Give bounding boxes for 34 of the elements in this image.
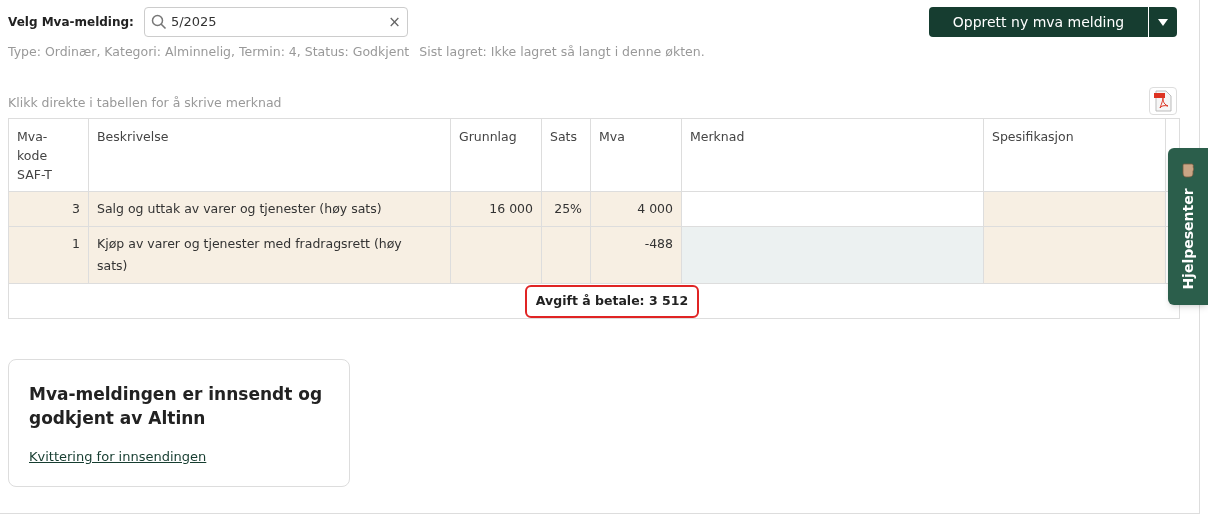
table-cell: 25% (542, 191, 591, 226)
select-value: 5/2025 (170, 13, 218, 32)
table-cell: Kjøp av varer og tjenester med fradragsrett (høy sats) (89, 226, 451, 283)
pdf-button[interactable] (1149, 86, 1177, 115)
hand-icon (1182, 162, 1194, 178)
receipt-link[interactable]: Kvittering for innsendingen (29, 446, 207, 467)
column-header: Spesifikasjon (992, 127, 1075, 146)
help-center-tab[interactable]: Hjelpesenter (1168, 148, 1208, 305)
search-icon (150, 14, 167, 30)
period-select[interactable]: 5/2025 × (143, 7, 408, 37)
create-button[interactable]: Opprett ny mva melding (929, 7, 1149, 37)
card-title: Mva-meldingen er innsendt og godkjent av Altinn (29, 382, 324, 430)
status-info: Type: Ordinær, Kategori: Alminnelig, Termin: 4, Status: Godkjent (8, 43, 410, 61)
table-cell: 1 (9, 226, 89, 283)
clear-button[interactable]: × (388, 10, 401, 34)
column-header: Grunnlag (459, 127, 518, 146)
hint-text: Klikk direkte i tabellen for å skrive merknad (8, 94, 282, 112)
table-cell: Salg og uttak av varer og tjenester (høy sats) (89, 191, 451, 226)
total-due: Avgift å betale: 3 512 (524, 285, 700, 319)
field-label: Velg Mva-melding: (8, 14, 134, 31)
table-cell: -488 (591, 226, 682, 283)
column-header: Mva (599, 127, 626, 146)
note-cell[interactable] (682, 226, 984, 283)
column-header: Merknad (690, 127, 746, 146)
caret-icon (1158, 18, 1168, 26)
column-header: Beskrivelse (97, 127, 170, 146)
table-cell: 4 000 (591, 191, 682, 226)
column-header: Sats (550, 127, 578, 146)
column-header: Mva-kode SAF-T (17, 127, 53, 184)
table-cell: 3 (9, 191, 89, 226)
last-saved-text: Sist lagret: Ikke lagret så langt i denne økten. (419, 43, 705, 61)
pdf-icon (1154, 89, 1172, 112)
table-cell: 16 000 (451, 191, 542, 226)
help-center-label: Hjelpesenter (1178, 188, 1197, 290)
